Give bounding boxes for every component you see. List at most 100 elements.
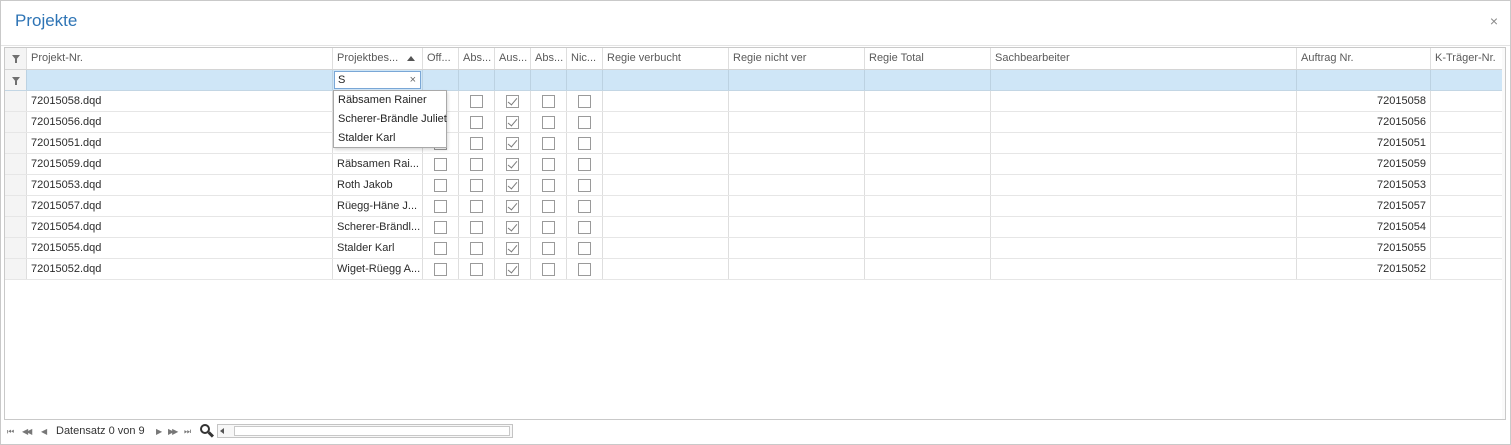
cell-auftrag_nr[interactable]: 72015053 xyxy=(1297,175,1431,195)
cell-projektbes[interactable]: Rüegg-Häne J... xyxy=(333,196,423,216)
row-indicator[interactable] xyxy=(5,217,27,237)
first-record-button[interactable]: ⏮ xyxy=(7,427,14,437)
checkbox-nic[interactable] xyxy=(578,116,591,129)
filter-cell-regie_total[interactable] xyxy=(865,70,991,90)
cell-auftrag_nr[interactable]: 72015058 xyxy=(1297,91,1431,111)
cell-abs2[interactable] xyxy=(531,112,567,132)
cell-aus[interactable] xyxy=(495,196,531,216)
cell-regie_total[interactable] xyxy=(865,238,991,258)
cell-regie_nicht_ver[interactable] xyxy=(729,112,865,132)
checkbox-abs2[interactable] xyxy=(542,95,555,108)
last-record-button[interactable]: ⏭ xyxy=(184,427,191,437)
next-record-button[interactable]: ▶ xyxy=(156,427,162,436)
cell-projekt_nr[interactable]: 72015057.dqd xyxy=(27,196,333,216)
cell-auftrag_nr[interactable]: 72015057 xyxy=(1297,196,1431,216)
cell-sachbearbeiter[interactable] xyxy=(991,112,1297,132)
checkbox-aus[interactable] xyxy=(506,263,519,276)
table-row[interactable]: 72015051.dqd 72015051 xyxy=(5,133,1505,154)
cell-projekt_nr[interactable]: 72015058.dqd xyxy=(27,91,333,111)
checkbox-aus[interactable] xyxy=(506,137,519,150)
cell-abs2[interactable] xyxy=(531,133,567,153)
cell-projektbes[interactable]: Scherer-Brändl... xyxy=(333,217,423,237)
cell-abs2[interactable] xyxy=(531,238,567,258)
cell-aus[interactable] xyxy=(495,133,531,153)
row-indicator[interactable] xyxy=(5,112,27,132)
checkbox-abs2[interactable] xyxy=(542,137,555,150)
checkbox-abs2[interactable] xyxy=(542,179,555,192)
cell-aus[interactable] xyxy=(495,259,531,279)
filter-cell-k_traeger_nr[interactable] xyxy=(1431,70,1505,90)
cell-off[interactable] xyxy=(423,259,459,279)
search-icon[interactable] xyxy=(200,424,215,438)
cell-projektbes[interactable]: Stalder Karl xyxy=(333,238,423,258)
cell-sachbearbeiter[interactable] xyxy=(991,259,1297,279)
cell-regie_verbucht[interactable] xyxy=(603,175,729,195)
checkbox-nic[interactable] xyxy=(578,179,591,192)
checkbox-abs2[interactable] xyxy=(542,116,555,129)
column-header-regie_total[interactable]: Regie Total xyxy=(865,48,991,69)
cell-regie_verbucht[interactable] xyxy=(603,112,729,132)
filter-cell-sachbearbeiter[interactable] xyxy=(991,70,1297,90)
cell-regie_verbucht[interactable] xyxy=(603,133,729,153)
row-indicator[interactable] xyxy=(5,91,27,111)
cell-regie_total[interactable] xyxy=(865,112,991,132)
checkbox-nic[interactable] xyxy=(578,221,591,234)
cell-off[interactable] xyxy=(423,175,459,195)
cell-k_traeger_nr[interactable] xyxy=(1431,154,1505,174)
cell-projekt_nr[interactable]: 72015052.dqd xyxy=(27,259,333,279)
checkbox-off[interactable] xyxy=(434,263,447,276)
filter-cell-regie_nicht_ver[interactable] xyxy=(729,70,865,90)
checkbox-abs1[interactable] xyxy=(470,242,483,255)
cell-regie_nicht_ver[interactable] xyxy=(729,154,865,174)
cell-aus[interactable] xyxy=(495,217,531,237)
table-row[interactable]: 72015055.dqd Stalder Karl 72015055 xyxy=(5,238,1505,259)
cell-abs1[interactable] xyxy=(459,175,495,195)
checkbox-abs2[interactable] xyxy=(542,158,555,171)
cell-projekt_nr[interactable]: 72015056.dqd xyxy=(27,112,333,132)
cell-nic[interactable] xyxy=(567,112,603,132)
row-indicator[interactable] xyxy=(5,238,27,258)
checkbox-abs2[interactable] xyxy=(542,242,555,255)
cell-nic[interactable] xyxy=(567,133,603,153)
cell-regie_total[interactable] xyxy=(865,133,991,153)
checkbox-off[interactable] xyxy=(434,221,447,234)
cell-aus[interactable] xyxy=(495,154,531,174)
cell-nic[interactable] xyxy=(567,238,603,258)
cell-regie_verbucht[interactable] xyxy=(603,196,729,216)
autocomplete-option[interactable]: Scherer-Brändle Juliet xyxy=(334,110,447,129)
table-row[interactable]: 72015054.dqd Scherer-Brändl... 72015054 xyxy=(5,217,1505,238)
cell-regie_verbucht[interactable] xyxy=(603,154,729,174)
cell-k_traeger_nr[interactable] xyxy=(1431,133,1505,153)
cell-nic[interactable] xyxy=(567,196,603,216)
table-row[interactable]: 72015058.dqd 72015058 xyxy=(5,91,1505,112)
checkbox-aus[interactable] xyxy=(506,221,519,234)
checkbox-nic[interactable] xyxy=(578,95,591,108)
cell-abs1[interactable] xyxy=(459,91,495,111)
checkbox-nic[interactable] xyxy=(578,137,591,150)
row-indicator[interactable] xyxy=(5,175,27,195)
checkbox-abs1[interactable] xyxy=(470,95,483,108)
cell-auftrag_nr[interactable]: 72015051 xyxy=(1297,133,1431,153)
cell-nic[interactable] xyxy=(567,217,603,237)
cell-k_traeger_nr[interactable] xyxy=(1431,238,1505,258)
cell-sachbearbeiter[interactable] xyxy=(991,175,1297,195)
cell-k_traeger_nr[interactable] xyxy=(1431,112,1505,132)
checkbox-abs2[interactable] xyxy=(542,263,555,276)
checkbox-nic[interactable] xyxy=(578,158,591,171)
horizontal-scrollbar[interactable] xyxy=(217,424,513,438)
checkbox-abs1[interactable] xyxy=(470,200,483,213)
checkbox-nic[interactable] xyxy=(578,200,591,213)
cell-abs1[interactable] xyxy=(459,217,495,237)
cell-abs1[interactable] xyxy=(459,259,495,279)
scroll-left-icon[interactable] xyxy=(220,428,224,434)
checkbox-off[interactable] xyxy=(434,200,447,213)
checkbox-off[interactable] xyxy=(434,158,447,171)
column-header-projekt_nr[interactable]: Projekt-Nr. xyxy=(27,48,333,69)
cell-projektbes[interactable]: Räbsamen Rai... xyxy=(333,154,423,174)
filter-cell-auftrag_nr[interactable] xyxy=(1297,70,1431,90)
close-icon[interactable]: × xyxy=(1490,14,1498,28)
cell-projekt_nr[interactable]: 72015055.dqd xyxy=(27,238,333,258)
cell-aus[interactable] xyxy=(495,175,531,195)
cell-abs2[interactable] xyxy=(531,175,567,195)
table-row[interactable]: 72015052.dqd Wiget-Rüegg A... 72015052 xyxy=(5,259,1505,280)
